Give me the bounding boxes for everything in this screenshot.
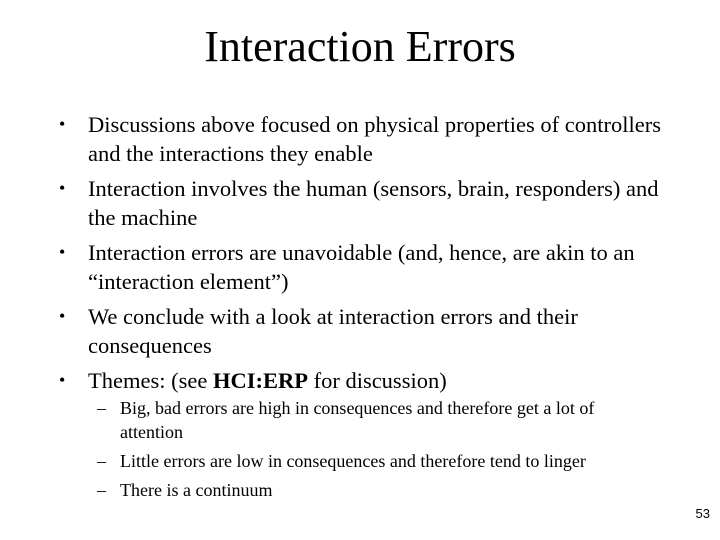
bullet-text-suffix: for discussion) <box>307 368 447 393</box>
bullet-list: • Discussions above focused on physical … <box>0 110 720 401</box>
bullet-item: • Interaction involves the human (sensor… <box>0 174 720 232</box>
reference-hci-erp: HCI:ERP <box>212 368 308 393</box>
sub-bullet-item: – Big, bad errors are high in consequenc… <box>0 396 720 444</box>
bullet-item: • We conclude with a look at interaction… <box>0 302 720 360</box>
bullet-marker-icon: • <box>59 370 66 390</box>
sub-bullet-item: – There is a continuum <box>0 478 720 502</box>
bullet-item: • Discussions above focused on physical … <box>0 110 720 168</box>
dash-marker-icon: – <box>97 480 106 500</box>
dash-marker-icon: – <box>97 451 106 471</box>
bullet-item: • Interaction errors are unavoidable (an… <box>0 238 720 296</box>
bullet-marker-icon: • <box>59 242 66 262</box>
sub-bullet-item: – Little errors are low in consequences … <box>0 449 720 473</box>
slide-title: Interaction Errors <box>204 22 516 71</box>
sub-bullet-text: Little errors are low in consequences an… <box>120 451 586 471</box>
bullet-item-themes: • Themes: (see HCI:ERP for discussion) <box>0 366 720 395</box>
bullet-marker-icon: • <box>59 114 66 134</box>
sub-bullet-list: – Big, bad errors are high in consequenc… <box>0 396 720 507</box>
bullet-text: Interaction involves the human (sensors,… <box>88 176 659 230</box>
bullet-marker-icon: • <box>59 306 66 326</box>
sub-bullet-text: Big, bad errors are high in consequences… <box>120 398 595 442</box>
bullet-text-prefix: Themes: (see <box>88 368 213 393</box>
slide-number: 53 <box>695 506 710 521</box>
bullet-text: We conclude with a look at interaction e… <box>88 304 578 358</box>
sub-bullet-text: There is a continuum <box>120 480 273 500</box>
bullet-marker-icon: • <box>59 178 66 198</box>
bullet-text: Interaction errors are unavoidable (and,… <box>88 240 635 294</box>
bullet-text: Discussions above focused on physical pr… <box>88 112 661 166</box>
dash-marker-icon: – <box>97 398 106 418</box>
